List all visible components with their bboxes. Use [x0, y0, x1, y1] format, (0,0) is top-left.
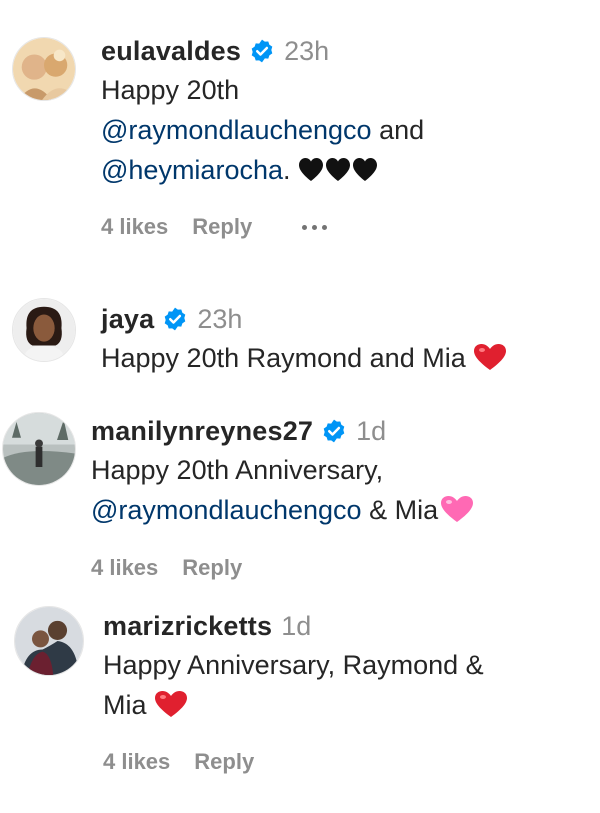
timestamp: 1d	[356, 415, 387, 446]
comment-text-fragment: & Mia	[361, 495, 439, 525]
comment-line: Happy 20th Anniversary,	[91, 455, 384, 485]
comment-line: Happy Anniversary, Raymond &	[103, 650, 484, 680]
username[interactable]: manilynreynes27	[91, 416, 313, 447]
username[interactable]: jaya	[101, 304, 154, 335]
more-options-icon[interactable]	[302, 224, 328, 230]
red-heart-emoji	[473, 342, 507, 382]
black-hearts-emoji	[298, 154, 378, 194]
comment-actions: 4 likes Reply	[101, 214, 328, 240]
likes-count[interactable]: 4 likes	[91, 555, 158, 581]
avatar[interactable]	[12, 298, 76, 362]
comment-actions: 4 likes Reply	[91, 555, 242, 581]
avatar[interactable]	[14, 606, 84, 676]
mention-link[interactable]: @raymondlauchengco	[101, 115, 372, 145]
mention-link[interactable]: @raymondlauchengco	[91, 495, 362, 525]
comment-line: @raymondlauchengco and	[101, 110, 424, 150]
comment-text: Happy 20th Raymond and Mia	[101, 338, 507, 382]
verified-badge-icon	[162, 306, 188, 332]
verified-badge-icon	[321, 418, 347, 444]
comment-line: Mia	[103, 685, 484, 729]
pink-heart-emoji	[440, 494, 474, 534]
mention-link[interactable]: @heymiarocha	[101, 155, 283, 185]
comment-text: Happy Anniversary, Raymond & Mia	[103, 645, 484, 729]
timestamp: 1d	[281, 610, 312, 641]
comment-line: @raymondlauchengco & Mia	[91, 490, 474, 534]
comment-text-fragment: and	[371, 115, 425, 145]
username[interactable]: marizricketts	[103, 611, 272, 642]
avatar[interactable]	[2, 412, 76, 486]
likes-count[interactable]: 4 likes	[101, 214, 168, 240]
comment-text: Happy 20th Anniversary, @raymondlaucheng…	[91, 450, 474, 534]
reply-button[interactable]: Reply	[182, 555, 242, 581]
comment-line: Happy 20th	[101, 75, 240, 105]
reply-button[interactable]: Reply	[194, 749, 254, 775]
comment-text-fragment: Happy 20th Raymond and Mia	[101, 343, 474, 373]
timestamp: 23h	[284, 35, 330, 66]
comment-actions: 4 likes Reply	[103, 749, 254, 775]
comment-line: Happy 20th Raymond and Mia	[101, 338, 507, 382]
reply-button[interactable]: Reply	[192, 214, 252, 240]
comment-text-fragment: .	[283, 155, 299, 185]
timestamp: 23h	[197, 303, 243, 334]
comment-text-fragment: Mia	[103, 690, 155, 720]
comment-text: Happy 20th @raymondlauchengco and @heymi…	[101, 70, 424, 194]
username[interactable]: eulavaldes	[101, 36, 241, 67]
avatar[interactable]	[12, 37, 76, 101]
likes-count[interactable]: 4 likes	[103, 749, 170, 775]
comment-line: @heymiarocha.	[101, 150, 424, 194]
verified-badge-icon	[249, 38, 275, 64]
red-heart-emoji	[154, 689, 188, 729]
